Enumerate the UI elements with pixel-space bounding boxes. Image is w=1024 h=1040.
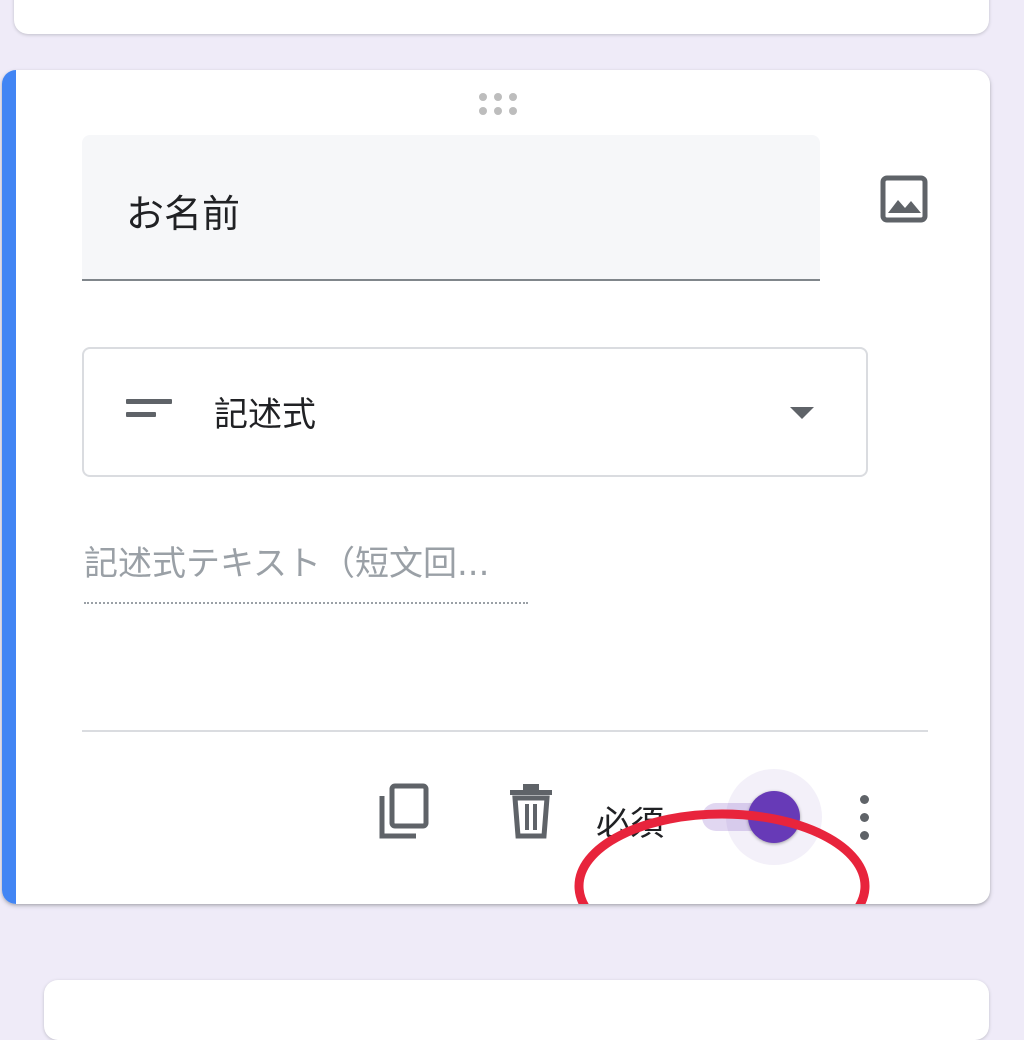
previous-question-card [14, 0, 989, 34]
required-label: 必須 [596, 804, 664, 844]
trash-icon[interactable] [506, 782, 556, 840]
arrow-drop-down-icon [790, 407, 814, 419]
question-type-dropdown[interactable]: 記述式 [82, 347, 868, 477]
drag-handle-icon[interactable] [479, 93, 521, 115]
question-type-label: 記述式 [214, 395, 316, 435]
question-title[interactable]: お名前 [126, 183, 240, 238]
more-vert-icon[interactable] [854, 792, 874, 852]
copy-icon[interactable] [374, 782, 432, 842]
required-toggle[interactable] [702, 769, 822, 865]
active-card-indicator [2, 70, 16, 904]
toggle-knob[interactable] [748, 791, 800, 843]
image-icon[interactable] [878, 173, 930, 225]
footer-divider [82, 730, 928, 732]
question-card[interactable]: お名前 記述式 記述式テキスト（短文回... 必須 [2, 70, 990, 904]
short-text-icon [126, 399, 172, 421]
next-question-card [44, 980, 989, 1040]
short-answer-placeholder: 記述式テキスト（短文回... [84, 536, 528, 604]
question-title-field[interactable]: お名前 [82, 135, 820, 281]
